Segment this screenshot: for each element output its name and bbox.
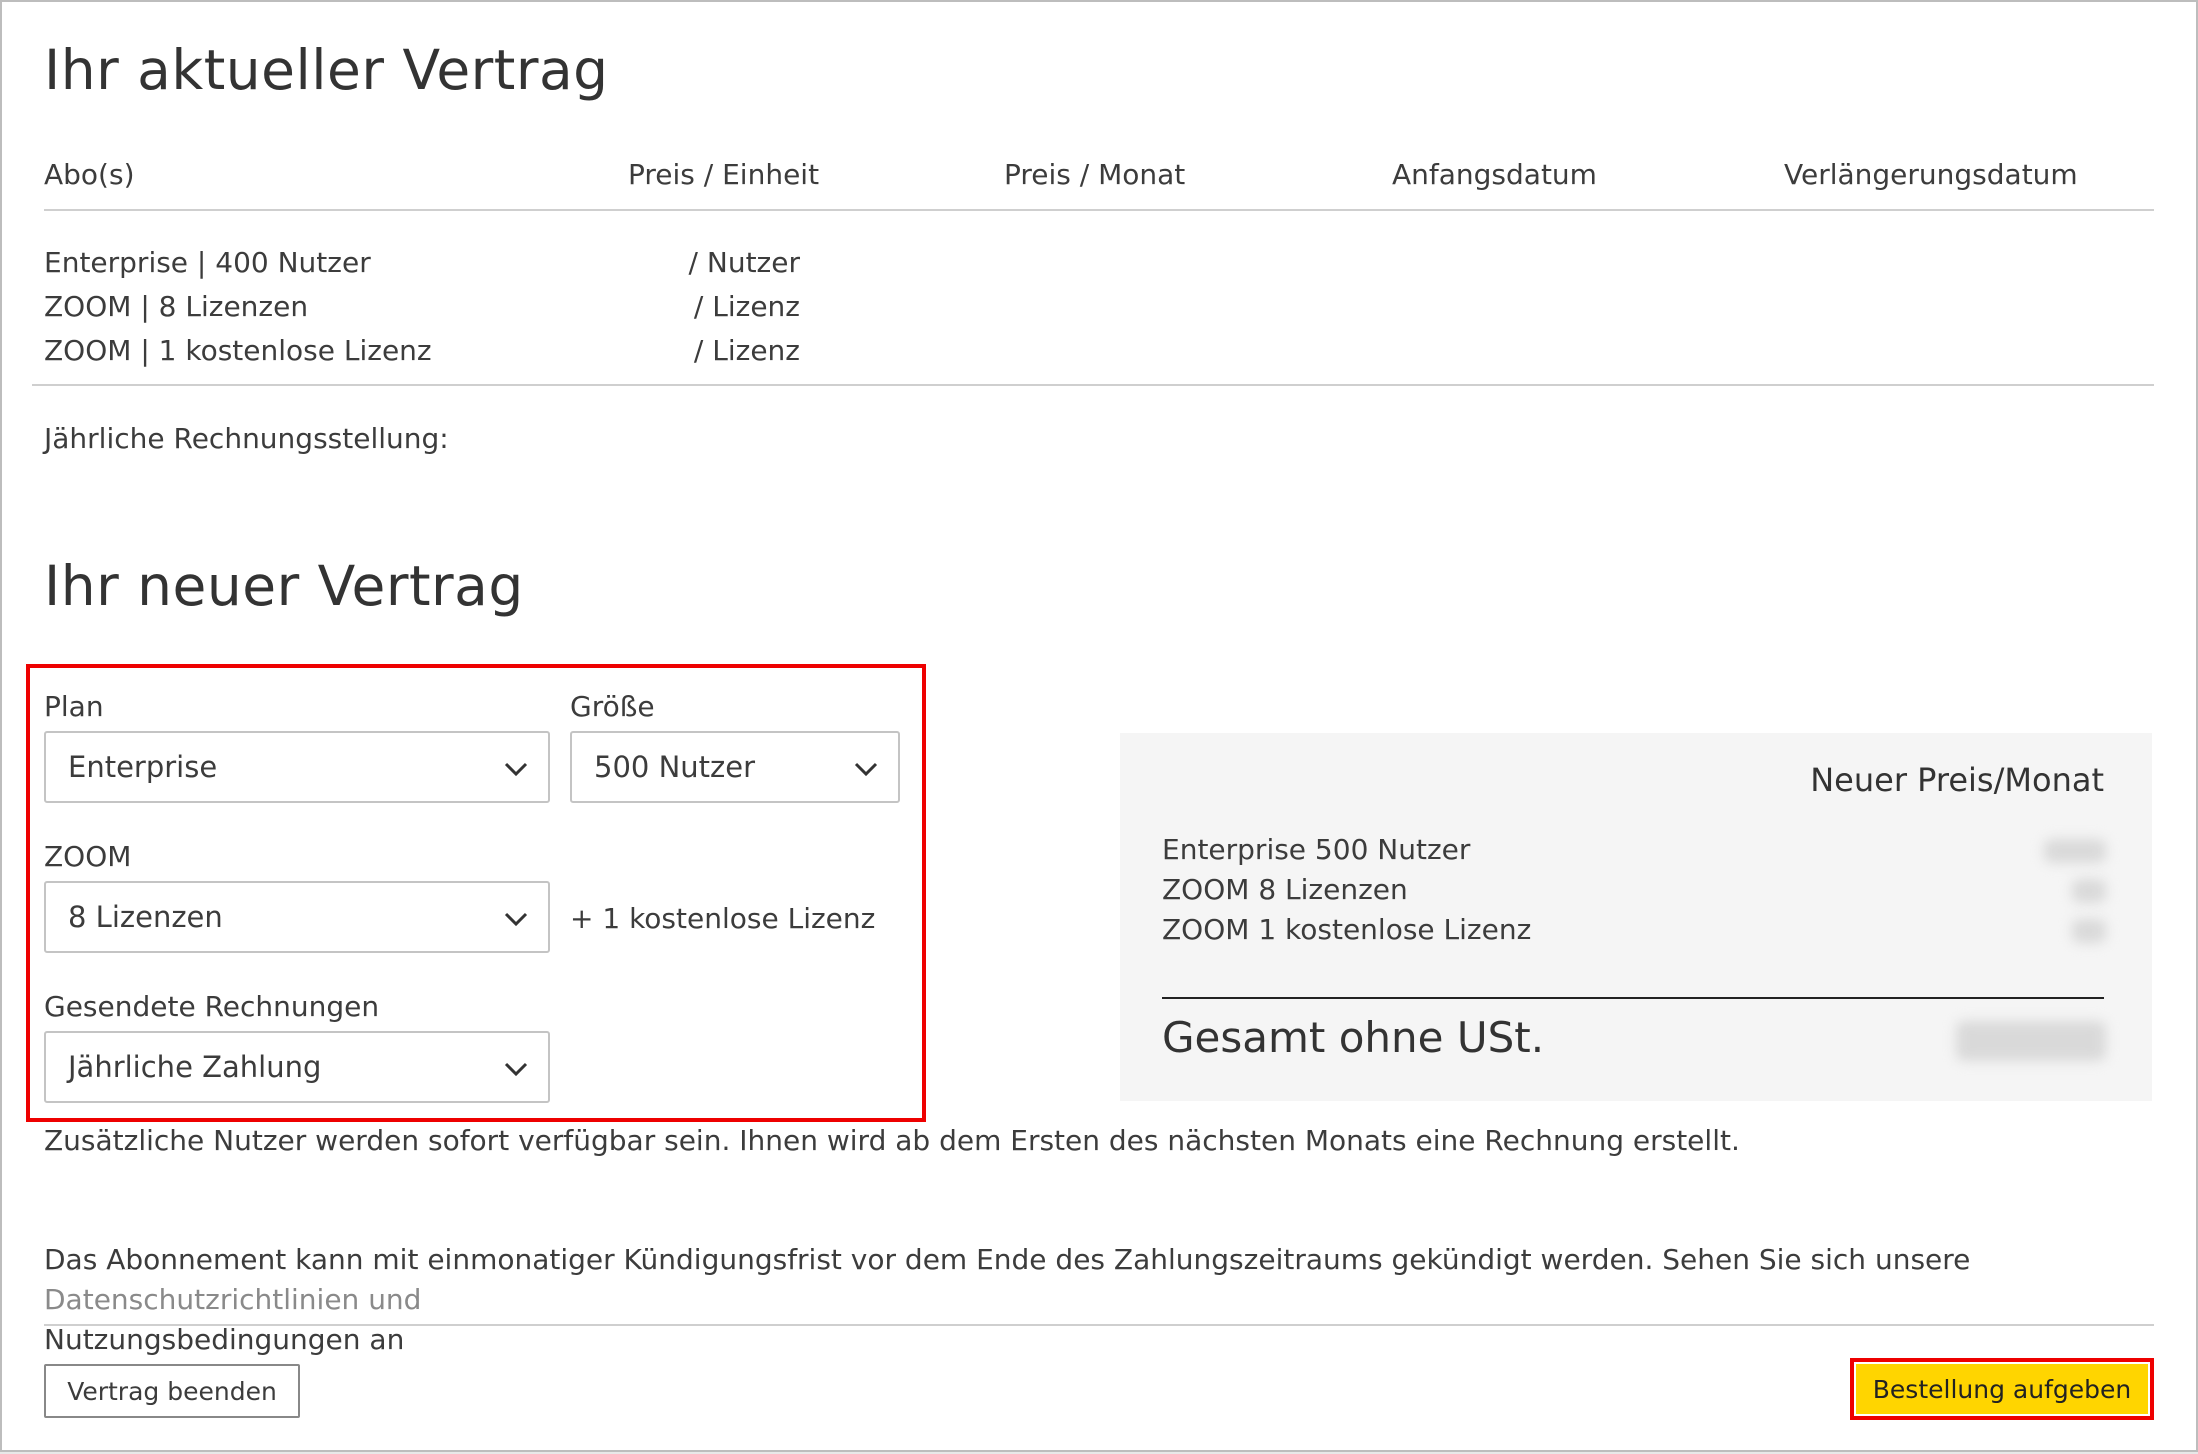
rows-divider bbox=[32, 384, 2154, 386]
header-renewal-date: Verlängerungsdatum bbox=[1784, 158, 2078, 191]
current-row-abo: ZOOM | 1 kostenlose Lizenz bbox=[44, 334, 432, 367]
summary-title: Neuer Preis/Monat bbox=[1810, 761, 2104, 799]
terms-text: Das Abonnement kann mit einmonatiger Kün… bbox=[44, 1243, 1971, 1276]
immediate-availability-note: Zusätzliche Nutzer werden sofort verfügb… bbox=[44, 1124, 1740, 1157]
header-start-date: Anfangsdatum bbox=[1392, 158, 1597, 191]
summary-total-label: Gesamt ohne USt. bbox=[1162, 1013, 1545, 1062]
blurred-price bbox=[2072, 879, 2106, 903]
zoom-select[interactable]: 8 Lizenzen bbox=[44, 881, 550, 953]
blurred-total-price bbox=[1956, 1021, 2106, 1061]
chevron-down-icon bbox=[504, 762, 528, 777]
size-label: Größe bbox=[570, 690, 655, 723]
zoom-free-license-note: + 1 kostenlose Lizenz bbox=[570, 902, 876, 935]
chevron-down-icon bbox=[504, 912, 528, 927]
contract-page: Ihr aktueller Vertrag Abo(s) Preis / Ein… bbox=[0, 0, 2198, 1452]
chevron-down-icon bbox=[854, 762, 878, 777]
plan-select[interactable]: Enterprise bbox=[44, 731, 550, 803]
plan-select-value: Enterprise bbox=[68, 750, 218, 784]
summary-item: ZOOM 8 Lizenzen bbox=[1162, 873, 1408, 906]
summary-item: Enterprise 500 Nutzer bbox=[1162, 833, 1471, 866]
summary-total-divider bbox=[1162, 997, 2104, 999]
invoice-select-value: Jährliche Zahlung bbox=[68, 1050, 322, 1084]
end-contract-button[interactable]: Vertrag beenden bbox=[44, 1364, 300, 1418]
plan-label: Plan bbox=[44, 690, 104, 723]
blurred-price bbox=[2072, 919, 2106, 943]
size-select[interactable]: 500 Nutzer bbox=[570, 731, 900, 803]
zoom-label: ZOOM bbox=[44, 840, 132, 873]
place-order-button[interactable]: Bestellung aufgeben bbox=[1856, 1364, 2148, 1414]
current-row-abo: ZOOM | 8 Lizenzen bbox=[44, 290, 309, 323]
header-abos: Abo(s) bbox=[44, 158, 135, 191]
invoice-select[interactable]: Jährliche Zahlung bbox=[44, 1031, 550, 1103]
header-divider bbox=[44, 209, 2154, 211]
terms-text-line2: Nutzungsbedingungen an bbox=[44, 1323, 405, 1356]
current-row-abo: Enterprise | 400 Nutzer bbox=[44, 246, 371, 279]
header-price-month: Preis / Monat bbox=[1004, 158, 1186, 191]
chevron-down-icon bbox=[504, 1062, 528, 1077]
size-select-value: 500 Nutzer bbox=[594, 750, 756, 784]
header-price-unit: Preis / Einheit bbox=[628, 158, 820, 191]
footer-divider bbox=[44, 1324, 2154, 1326]
price-summary-panel: Neuer Preis/Monat Enterprise 500 Nutzer … bbox=[1120, 733, 2152, 1101]
billing-label: Jährliche Rechnungsstellung: bbox=[44, 422, 449, 455]
current-row-unit: / Lizenz bbox=[693, 290, 800, 323]
invoice-label: Gesendete Rechnungen bbox=[44, 990, 380, 1023]
current-contract-title: Ihr aktueller Vertrag bbox=[44, 38, 609, 102]
summary-item: ZOOM 1 kostenlose Lizenz bbox=[1162, 913, 1532, 946]
current-row-unit: / Nutzer bbox=[688, 246, 800, 279]
new-contract-title: Ihr neuer Vertrag bbox=[44, 554, 524, 618]
blurred-price bbox=[2044, 839, 2106, 863]
zoom-select-value: 8 Lizenzen bbox=[68, 900, 223, 934]
current-row-unit: / Lizenz bbox=[693, 334, 800, 367]
privacy-terms-link[interactable]: Datenschutzrichtlinien und bbox=[44, 1283, 421, 1316]
terms-note: Das Abonnement kann mit einmonatiger Kün… bbox=[44, 1240, 2154, 1360]
